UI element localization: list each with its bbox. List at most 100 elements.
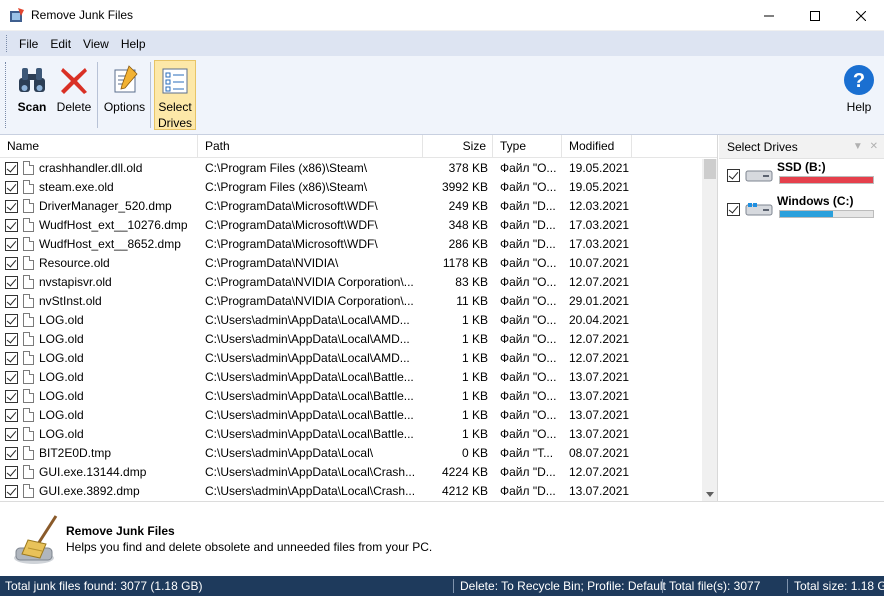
table-row[interactable]: crashhandler.dll.old C:\Program Files (x8… xyxy=(0,159,702,178)
row-checkbox[interactable] xyxy=(5,447,18,460)
table-row[interactable]: nvStInst.old C:\ProgramData\NVIDIA Corpor… xyxy=(0,292,702,311)
cell-type: Файл "O... xyxy=(500,294,557,308)
drive-usage-fill xyxy=(780,211,833,217)
select-drives-button[interactable]: Select Drives xyxy=(154,60,196,130)
cell-size: 348 KB xyxy=(448,218,488,232)
row-checkbox[interactable] xyxy=(5,428,18,441)
cell-type: Файл "O... xyxy=(500,408,557,422)
panel-dropdown-icon[interactable]: ▼ xyxy=(853,141,863,152)
drive-item-windows[interactable]: Windows (C:) xyxy=(719,193,884,225)
row-checkbox[interactable] xyxy=(5,162,18,175)
maximize-button[interactable] xyxy=(792,0,838,31)
file-icon xyxy=(23,370,34,384)
status-separator xyxy=(453,579,454,593)
cell-size: 3992 KB xyxy=(441,180,488,194)
row-checkbox[interactable] xyxy=(5,238,18,251)
file-icon xyxy=(23,313,34,327)
table-row[interactable]: WudfHost_ext__10276.dmp C:\ProgramData\Mi… xyxy=(0,216,702,235)
drive-checkbox[interactable] xyxy=(727,203,740,216)
drive-item-ssd[interactable]: SSD (B:) xyxy=(719,159,884,191)
cell-size: 4212 KB xyxy=(441,484,488,498)
cell-path: C:\Users\admin\AppData\Local\Battle... xyxy=(205,389,414,403)
cell-modified: 08.07.2021 xyxy=(569,446,630,460)
options-button[interactable]: Options xyxy=(101,60,148,130)
panel-close-icon[interactable]: ✕ xyxy=(870,141,878,152)
column-path[interactable]: Path xyxy=(198,135,423,158)
table-row[interactable]: GUI.exe.3892.dmp C:\Users\admin\AppData\L… xyxy=(0,482,702,501)
cell-type: Файл "O... xyxy=(500,180,557,194)
cell-type: Файл "O... xyxy=(500,427,557,441)
table-row[interactable]: BIT2E0D.tmp C:\Users\admin\AppData\Local\… xyxy=(0,444,702,463)
list-rows: crashhandler.dll.old C:\Program Files (x8… xyxy=(0,159,702,501)
table-row[interactable]: nvstapisvr.old C:\ProgramData\NVIDIA Corp… xyxy=(0,273,702,292)
window-title: Remove Junk Files xyxy=(31,8,134,22)
cell-type: Файл "O... xyxy=(500,332,557,346)
column-type[interactable]: Type xyxy=(493,135,562,158)
vertical-scrollbar[interactable] xyxy=(702,159,717,501)
junk-file-list: Name Path Size Type Modified crashhandle… xyxy=(0,135,718,501)
table-row[interactable]: Resource.old C:\ProgramData\NVIDIA\ 1178 K… xyxy=(0,254,702,273)
table-row[interactable]: LOG.old C:\Users\admin\AppData\Local\Batt… xyxy=(0,425,702,444)
column-name[interactable]: Name xyxy=(0,135,198,158)
scrollbar-thumb[interactable] xyxy=(704,159,716,179)
menu-view[interactable]: View xyxy=(77,34,115,54)
minimize-button[interactable] xyxy=(746,0,792,31)
close-button[interactable] xyxy=(838,0,884,31)
info-description: Helps you find and delete obsolete and u… xyxy=(66,540,433,554)
row-checkbox[interactable] xyxy=(5,219,18,232)
title-bar: Remove Junk Files xyxy=(0,0,884,31)
column-modified[interactable]: Modified xyxy=(562,135,632,158)
row-checkbox[interactable] xyxy=(5,485,18,498)
cell-modified: 12.07.2021 xyxy=(569,275,630,289)
row-checkbox[interactable] xyxy=(5,333,18,346)
status-total-size: Total size: 1.18 GB xyxy=(794,579,884,593)
toolbar-separator xyxy=(150,62,151,128)
drive-checkbox[interactable] xyxy=(727,169,740,182)
cell-type: Файл "D... xyxy=(500,218,556,232)
cell-type: Файл "D... xyxy=(500,199,556,213)
cell-modified: 13.07.2021 xyxy=(569,427,630,441)
cell-path: C:\ProgramData\NVIDIA\ xyxy=(205,256,339,270)
table-row[interactable]: WudfHost_ext__8652.dmp C:\ProgramData\Mic… xyxy=(0,235,702,254)
table-row[interactable]: LOG.old C:\Users\admin\AppData\Local\Batt… xyxy=(0,368,702,387)
delete-button[interactable]: Delete xyxy=(54,60,94,130)
row-checkbox[interactable] xyxy=(5,181,18,194)
help-button[interactable]: ? Help xyxy=(842,60,876,130)
drives-panel-header: Select Drives ▼ ✕ xyxy=(719,135,884,159)
cell-name: GUI.exe.13144.dmp xyxy=(39,465,147,479)
table-row[interactable]: steam.exe.old C:\Program Files (x86)\Stea… xyxy=(0,178,702,197)
row-checkbox[interactable] xyxy=(5,276,18,289)
menu-edit[interactable]: Edit xyxy=(44,34,77,54)
scroll-down-arrow-icon[interactable] xyxy=(706,492,714,497)
row-checkbox[interactable] xyxy=(5,371,18,384)
row-checkbox[interactable] xyxy=(5,390,18,403)
panel-controls: ▼ ✕ xyxy=(853,135,878,159)
cell-size: 378 KB xyxy=(448,161,488,175)
row-checkbox[interactable] xyxy=(5,200,18,213)
table-row[interactable]: LOG.old C:\Users\admin\AppData\Local\AMD.… xyxy=(0,311,702,330)
table-row[interactable]: LOG.old C:\Users\admin\AppData\Local\Batt… xyxy=(0,387,702,406)
column-size[interactable]: Size xyxy=(423,135,493,158)
cell-type: Файл "O... xyxy=(500,351,557,365)
table-row[interactable]: LOG.old C:\Users\admin\AppData\Local\AMD.… xyxy=(0,349,702,368)
row-checkbox[interactable] xyxy=(5,466,18,479)
menu-help[interactable]: Help xyxy=(115,34,152,54)
cell-type: Файл "O... xyxy=(500,370,557,384)
scan-button[interactable]: Scan xyxy=(13,60,51,130)
row-checkbox[interactable] xyxy=(5,295,18,308)
table-row[interactable]: GUI.exe.13144.dmp C:\Users\admin\AppData\… xyxy=(0,463,702,482)
cell-modified: 13.07.2021 xyxy=(569,370,630,384)
svg-text:?: ? xyxy=(853,70,865,92)
file-icon xyxy=(23,332,34,346)
table-row[interactable]: DriverManager_520.dmp C:\ProgramData\Micr… xyxy=(0,197,702,216)
row-checkbox[interactable] xyxy=(5,314,18,327)
cell-path: C:\Program Files (x86)\Steam\ xyxy=(205,161,368,175)
select-drives-label-1: Select xyxy=(158,100,192,114)
row-checkbox[interactable] xyxy=(5,352,18,365)
cell-modified: 13.07.2021 xyxy=(569,389,630,403)
table-row[interactable]: LOG.old C:\Users\admin\AppData\Local\AMD.… xyxy=(0,330,702,349)
menu-file[interactable]: File xyxy=(13,34,44,54)
row-checkbox[interactable] xyxy=(5,257,18,270)
row-checkbox[interactable] xyxy=(5,409,18,422)
table-row[interactable]: LOG.old C:\Users\admin\AppData\Local\Batt… xyxy=(0,406,702,425)
